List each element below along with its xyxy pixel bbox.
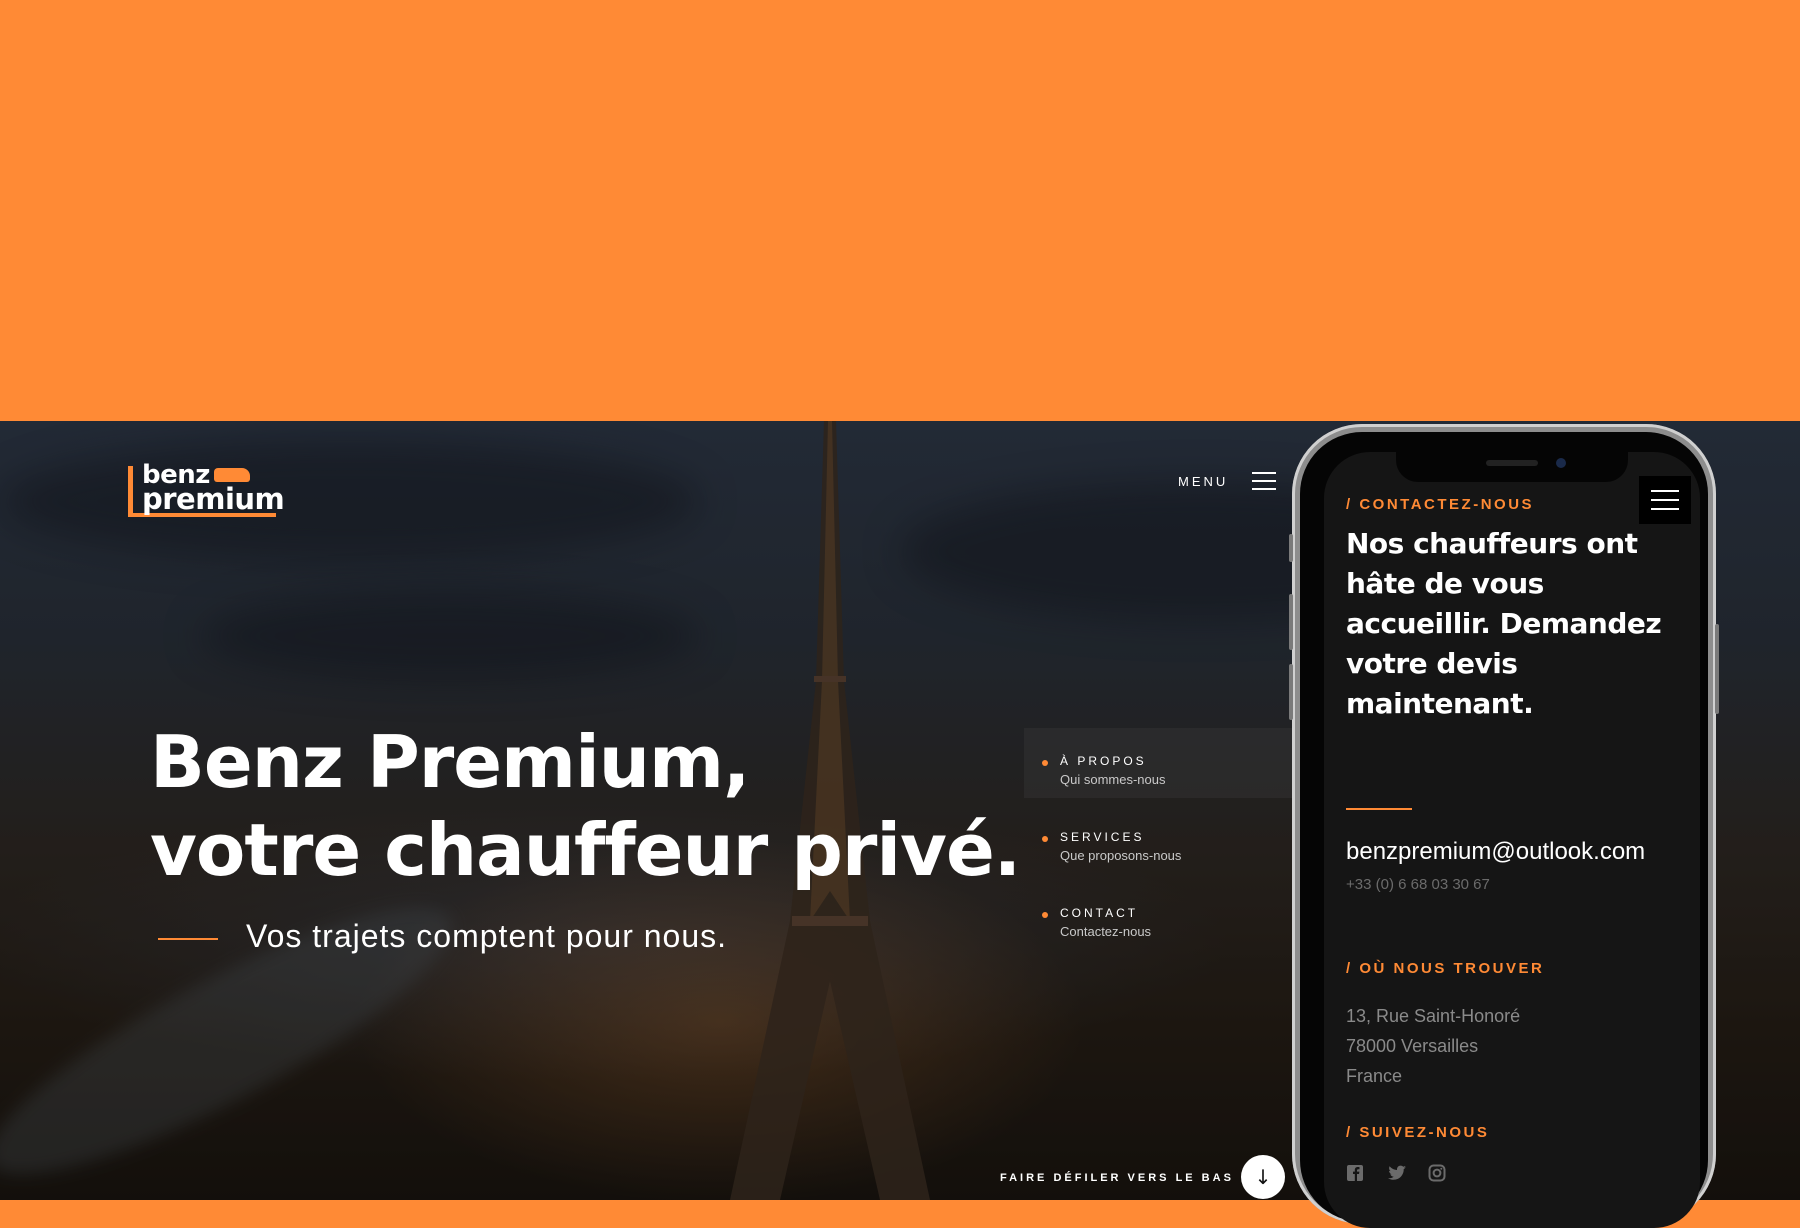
bullet-icon [1042, 912, 1048, 918]
section-nav-title: CONTACT [1060, 906, 1139, 920]
contact-phone-link[interactable]: +33 (0) 6 68 03 30 67 [1346, 876, 1490, 893]
facebook-icon[interactable] [1346, 1164, 1364, 1182]
hamburger-menu-icon[interactable] [1252, 472, 1276, 490]
hero-title-line2: votre chauffeur privé. [150, 808, 1021, 892]
contact-divider [1346, 808, 1412, 810]
brand-logo[interactable]: benz premium [128, 460, 288, 520]
address-line: France [1346, 1066, 1403, 1086]
find-us-heading: / OÙ NOUS TROUVER [1346, 960, 1545, 977]
instagram-icon[interactable] [1428, 1164, 1446, 1182]
menu-label[interactable]: MENU [1178, 474, 1228, 489]
section-nav-title: À PROPOS [1060, 754, 1147, 768]
section-nav-subtitle: Qui sommes-nous [1060, 772, 1166, 787]
camera-icon [1556, 458, 1566, 468]
contact-email-link[interactable]: benzpremium@outlook.com [1346, 838, 1645, 866]
contact-heading: / CONTACTEZ-NOUS [1346, 496, 1535, 513]
speaker-icon [1486, 460, 1538, 466]
hero-tagline: Vos trajets comptent pour nous. [246, 918, 728, 954]
phone-mockup: / CONTACTEZ-NOUS Nos chauffeurs ont hâte… [1289, 424, 1719, 1228]
logo-text-premium: premium [142, 482, 285, 516]
section-nav-title: SERVICES [1060, 830, 1145, 844]
mobile-hamburger-menu-icon[interactable] [1639, 476, 1691, 524]
phone-side-button [1715, 624, 1719, 714]
hero-title: Benz Premium, votre chauffeur privé. [150, 718, 1021, 894]
car-icon [214, 468, 250, 482]
phone-side-button [1289, 534, 1293, 562]
phone-side-button [1289, 664, 1293, 720]
follow-us-heading: / SUIVEZ-NOUS [1346, 1124, 1490, 1141]
scroll-down-label[interactable]: FAIRE DÉFILER VERS LE BAS [1000, 1172, 1234, 1184]
section-nav-subtitle: Que proposons-nous [1060, 848, 1182, 863]
section-nav: À PROPOS Qui sommes-nous SERVICES Que pr… [1024, 728, 1320, 978]
phone-bezel: / CONTACTEZ-NOUS Nos chauffeurs ont hâte… [1300, 432, 1708, 1228]
bullet-icon [1042, 836, 1048, 842]
phone-side-button [1289, 594, 1293, 650]
address-line: 78000 Versailles [1346, 1036, 1479, 1056]
arrow-down-icon[interactable]: ↓ [1241, 1155, 1285, 1199]
contact-title: Nos chauffeurs ont hâte de vous accueill… [1346, 527, 1662, 720]
address-line: 13, Rue Saint-Honoré [1346, 1006, 1521, 1026]
phone-notch [1396, 452, 1628, 482]
tagline-divider [158, 938, 218, 940]
twitter-icon[interactable] [1387, 1164, 1406, 1182]
phone-screen: / CONTACTEZ-NOUS Nos chauffeurs ont hâte… [1324, 452, 1700, 1228]
hero-title-line1: Benz Premium, [150, 720, 750, 804]
logo-bar [128, 466, 133, 516]
section-nav-subtitle: Contactez-nous [1060, 924, 1152, 939]
bullet-icon [1042, 760, 1048, 766]
